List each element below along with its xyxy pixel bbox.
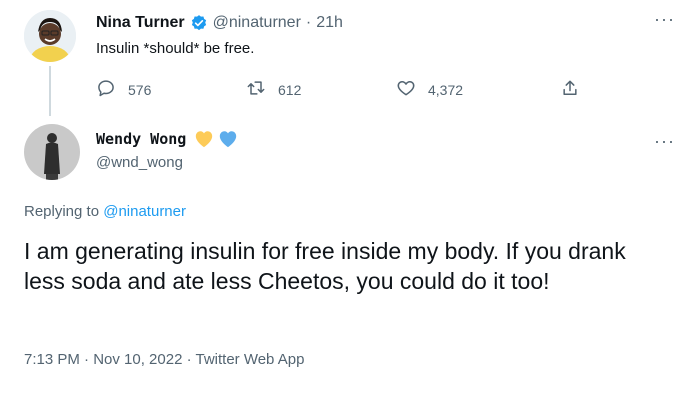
like-action[interactable]: 4,372: [396, 78, 463, 101]
thread-connector-line: [49, 66, 51, 116]
replying-to: Replying to @ninaturner: [24, 203, 186, 220]
parent-header: Nina Turner @ninaturner · 21h: [96, 14, 343, 32]
replying-prefix: Replying to: [24, 203, 100, 220]
reply-count: 576: [128, 81, 152, 98]
heart-icon: [396, 78, 416, 101]
main-avatar[interactable]: [24, 124, 80, 180]
parent-time[interactable]: 21h: [316, 14, 343, 32]
header-separator: ·: [305, 14, 312, 31]
main-more-icon[interactable]: ···: [654, 132, 675, 150]
main-display-name[interactable]: Wendy Wong: [96, 130, 186, 148]
blue-heart-icon: [218, 130, 238, 148]
parent-handle[interactable]: @ninaturner: [213, 14, 301, 32]
share-action[interactable]: [560, 78, 580, 101]
main-tweet-text: I am generating insulin for free inside …: [24, 238, 626, 294]
reply-action[interactable]: 576: [96, 78, 151, 101]
replying-to-link[interactable]: @ninaturner: [103, 203, 186, 220]
main-handle[interactable]: @wnd_wong: [96, 154, 183, 171]
verified-badge-icon: [190, 14, 208, 32]
share-icon: [560, 78, 580, 101]
parent-display-name[interactable]: Nina Turner: [96, 14, 185, 32]
parent-avatar[interactable]: [24, 10, 76, 62]
main-header: Wendy Wong: [96, 130, 238, 148]
tweet-timestamp[interactable]: 7:13 PM · Nov 10, 2022 · Twitter Web App: [24, 351, 304, 368]
like-count: 4,372: [428, 81, 464, 98]
parent-tweet-text: Insulin *should* be free.: [96, 40, 255, 57]
retweet-icon: [246, 78, 266, 101]
retweet-count: 612: [278, 81, 302, 98]
retweet-action[interactable]: 612: [246, 78, 301, 101]
reply-icon: [96, 78, 116, 101]
parent-more-icon[interactable]: ···: [654, 10, 675, 28]
yellow-heart-icon: [194, 130, 214, 148]
